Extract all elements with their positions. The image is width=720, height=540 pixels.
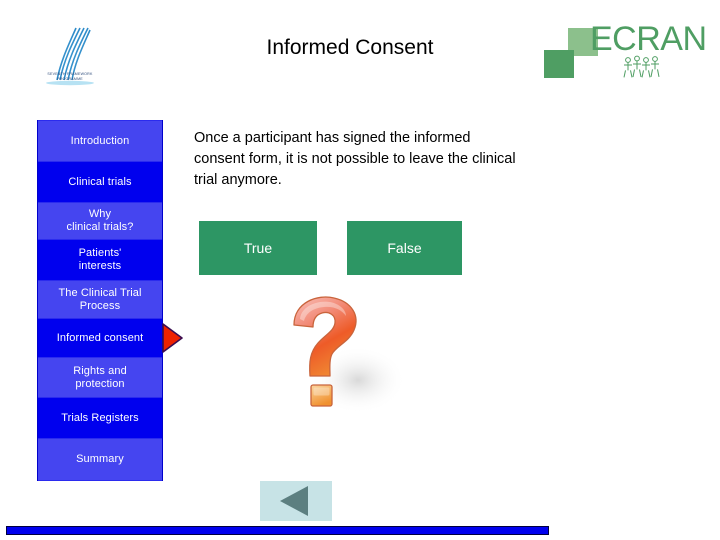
sidebar-item-patientsinterests[interactable]: Patients' interests [38, 240, 162, 280]
sidebar-item-whyclinical-trials[interactable]: Why clinical trials? [38, 202, 162, 240]
left-triangle-icon [280, 486, 308, 516]
bottom-accent-bar [6, 526, 549, 535]
page-title: Informed Consent [266, 36, 434, 59]
slide-canvas: SEVENTH FRAMEWORK PROGRAMME ECRAN Inform… [0, 0, 720, 540]
sidebar-item-informed-consent[interactable]: Informed consent [38, 319, 183, 357]
sidebar-item-label: Clinical trials [68, 175, 132, 188]
sidebar-item-label: Introduction [70, 134, 130, 147]
ecran-square-dark-icon [544, 50, 574, 78]
sidebar-item-label: Rights and protection [73, 364, 127, 390]
sidebar-item-label: Why clinical trials? [66, 208, 134, 233]
sidebar-item-label: The Clinical Trial Process [58, 286, 142, 312]
answer-button-true[interactable]: True [199, 221, 317, 275]
sidebar-item-the-clinical-trialprocess[interactable]: The Clinical Trial Process [38, 280, 162, 319]
sidebar-item-label: Trials Registers [61, 411, 139, 424]
back-navigation-button[interactable] [260, 481, 332, 521]
sidebar-navigation: Introduction Clinical trials Why clinical … [37, 120, 183, 481]
sidebar-item-introduction[interactable]: Introduction [38, 120, 162, 162]
sidebar-item-label: Patients' interests [78, 247, 122, 272]
statement-text: Once a participant has signed the inform… [194, 130, 516, 188]
question-mark-icon [266, 292, 416, 424]
ecran-logo: ECRAN [538, 20, 710, 92]
ecran-people-icon [620, 54, 664, 84]
sidebar-item-trials-registers[interactable]: Trials Registers [38, 398, 162, 438]
sidebar-item-rights-andprotection[interactable]: Rights and protection [38, 357, 162, 398]
fp7-logo-caption: SEVENTH FRAMEWORK PROGRAMME [47, 72, 93, 81]
sidebar-item-label: Summary [76, 453, 124, 465]
answer-button-false[interactable]: False [347, 221, 462, 275]
sidebar-item-summary[interactable]: Summary [38, 438, 162, 481]
sidebar-item-label: Informed consent [56, 331, 144, 344]
sidebar-item-clinical-trials[interactable]: Clinical trials [38, 162, 162, 202]
